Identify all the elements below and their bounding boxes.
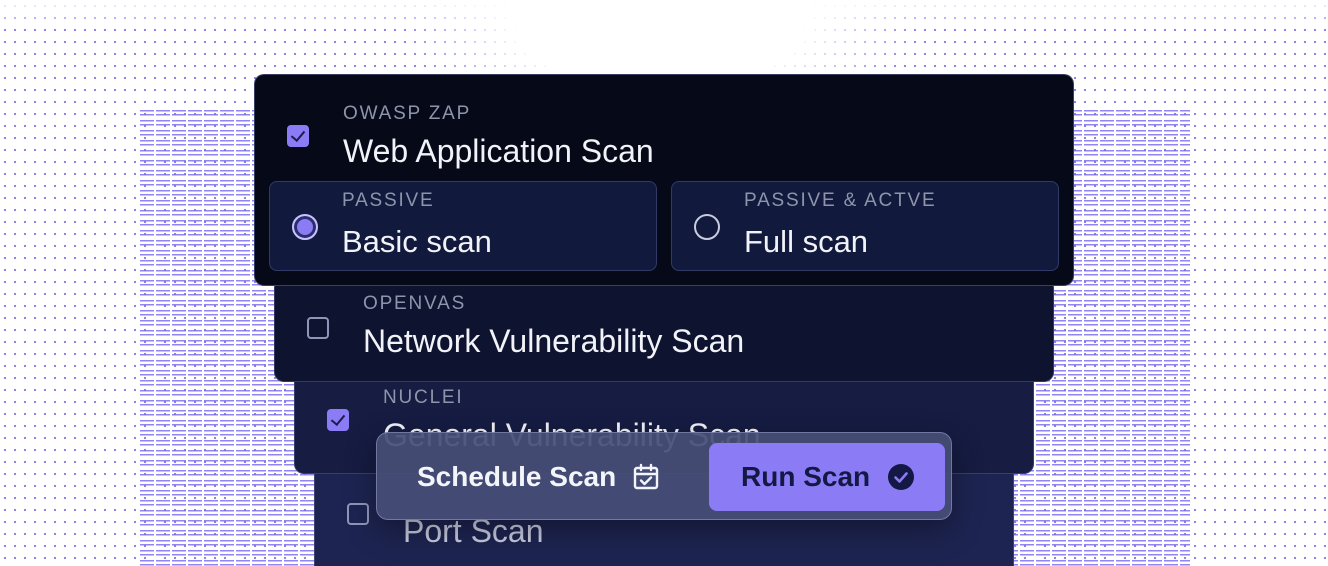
openvas-tool-label: OPENVAS — [363, 293, 467, 314]
schedule-scan-button[interactable]: Schedule Scan — [399, 445, 699, 509]
nuclei-checkbox[interactable] — [327, 409, 349, 431]
owasp-zap-scan-title: Web Application Scan — [343, 133, 654, 169]
run-scan-button[interactable]: Run Scan — [709, 443, 945, 511]
port-scan-checkbox[interactable] — [347, 503, 369, 525]
openvas-checkbox[interactable] — [307, 317, 329, 339]
scan-card-owasp-zap[interactable]: OWASP ZAP Web Application Scan PASSIVE B… — [254, 74, 1074, 286]
schedule-scan-label: Schedule Scan — [417, 461, 617, 492]
option-basic-scan[interactable]: PASSIVE Basic scan — [269, 181, 657, 271]
owasp-zap-checkbox[interactable] — [287, 125, 309, 147]
full-scan-mode: PASSIVE & ACTVE — [744, 190, 937, 211]
calendar-check-icon — [633, 463, 659, 490]
openvas-scan-title: Network Vulnerability Scan — [363, 323, 745, 359]
scan-card-openvas[interactable]: OPENVAS Network Vulnerability Scan — [274, 278, 1054, 382]
basic-scan-label: Basic scan — [342, 224, 492, 259]
full-scan-radio[interactable] — [694, 214, 720, 240]
nuclei-tool-label: NUCLEI — [383, 387, 464, 408]
run-scan-label: Run Scan — [741, 461, 871, 492]
owasp-zap-tool-label: OWASP ZAP — [343, 103, 472, 124]
check-circle-icon — [888, 464, 915, 490]
full-scan-label: Full scan — [744, 224, 869, 259]
basic-scan-mode: PASSIVE — [342, 190, 435, 211]
basic-scan-radio[interactable] — [292, 214, 318, 240]
scan-action-bar: Schedule Scan Run Scan — [376, 432, 952, 520]
option-full-scan[interactable]: PASSIVE & ACTVE Full scan — [671, 181, 1059, 271]
